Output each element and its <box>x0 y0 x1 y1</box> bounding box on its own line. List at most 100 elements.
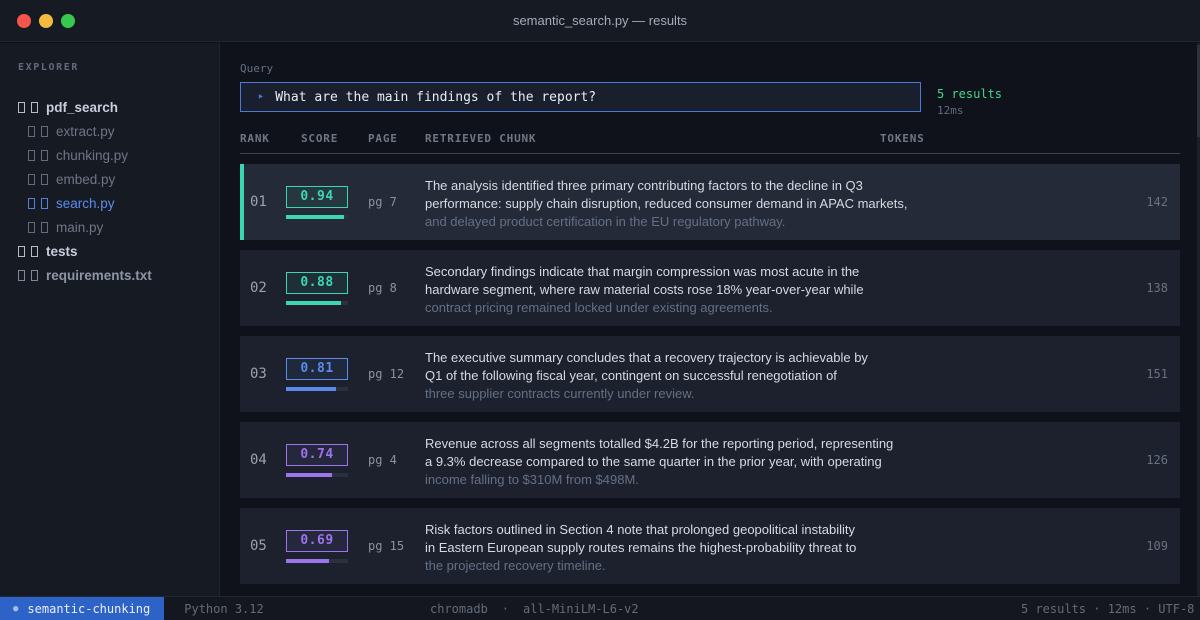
result-chunk-text: The executive summary concludes that a r… <box>425 336 880 412</box>
result-score-cell: 0.69 <box>286 508 368 584</box>
results-panel: Query ‣ What are the main findings of th… <box>221 43 1200 596</box>
result-score-cell: 0.81 <box>286 336 368 412</box>
score-bar-fill <box>286 386 337 391</box>
chunk-line: Q1 of the following fiscal year, conting… <box>425 368 837 383</box>
sidebar-item-label: pdf_search <box>46 99 119 115</box>
chunk-line: the projected recovery timeline. <box>425 558 606 573</box>
branch-dot-icon: ● <box>13 603 19 614</box>
result-chunk-text: The analysis identified three primary co… <box>425 164 908 240</box>
sidebar-item-label: search.py <box>56 195 115 211</box>
sidebar-item-label: chunking.py <box>56 147 129 163</box>
file-icon <box>41 197 48 209</box>
score-bar-fill <box>286 300 341 305</box>
maximize-button[interactable] <box>61 14 75 28</box>
status-center: chromadb · all-MiniLM-L6-v2 <box>430 602 639 616</box>
result-page: pg 8 <box>368 281 397 295</box>
result-rank: 01 <box>250 194 267 210</box>
sidebar-item-pdf-search[interactable]: pdf_search <box>18 95 219 119</box>
score-badge: 0.81 <box>286 357 348 380</box>
file-active-icon <box>28 125 35 137</box>
file-icon <box>31 245 38 257</box>
sidebar-item-requirements-txt[interactable]: requirements.txt <box>18 263 219 287</box>
column-header-page: PAGE <box>368 132 398 145</box>
query-latency: 12ms <box>937 104 964 117</box>
result-row[interactable]: 04 0.74 pg 4 Revenue across all segments… <box>240 422 1180 498</box>
sidebar-item-label: requirements.txt <box>46 267 152 283</box>
result-tokens: 142 <box>1146 195 1168 209</box>
file-active-icon <box>28 197 35 209</box>
result-chunk-text: Risk factors outlined in Section 4 note … <box>425 508 880 584</box>
result-row[interactable]: 03 0.81 pg 12 The executive summary conc… <box>240 336 1180 412</box>
chunk-line: performance: supply chain disruption, re… <box>425 196 908 211</box>
column-header-retrieved-chunk: RETRIEVED CHUNK <box>425 132 537 145</box>
query-text: What are the main findings of the report… <box>275 89 597 105</box>
file-active-icon <box>28 221 35 233</box>
result-rank: 05 <box>250 538 267 554</box>
close-button[interactable] <box>17 14 31 28</box>
sidebar-item-label: main.py <box>56 219 104 235</box>
sidebar-item-search-py[interactable]: search.py <box>18 191 219 215</box>
chunk-line: in Eastern European supply routes remain… <box>425 540 857 555</box>
query-meta: 5 results 12ms <box>937 82 1002 117</box>
chunk-line: contract pricing remained locked under e… <box>425 300 773 315</box>
result-page: pg 15 <box>368 539 405 553</box>
column-header-rank: RANK <box>240 132 270 145</box>
vector-db-name: chromadb <box>430 601 488 616</box>
sidebar-item-extract-py[interactable]: extract.py <box>18 119 219 143</box>
explorer-header: EXPLORER <box>18 62 79 73</box>
chunk-line: three supplier contracts currently under… <box>425 386 695 401</box>
prompt-arrow-icon: ‣ <box>257 90 265 104</box>
score-badge: 0.94 <box>286 185 348 208</box>
sidebar-item-chunking-py[interactable]: chunking.py <box>18 143 219 167</box>
status-bar: ● semantic-chunking Python 3.12 chromadb… <box>0 596 1200 620</box>
query-label: Query <box>240 62 274 75</box>
file-active-icon <box>28 173 35 185</box>
chunk-line: and delayed product certification in the… <box>425 214 786 229</box>
file-active-icon <box>18 245 25 257</box>
score-bar-fill <box>286 214 345 219</box>
result-row[interactable]: 02 0.88 pg 8 Secondary findings indicate… <box>240 250 1180 326</box>
chunk-line: Secondary findings indicate that margin … <box>425 264 860 279</box>
sidebar-item-tests[interactable]: tests <box>18 239 219 263</box>
file-active-icon <box>28 149 35 161</box>
score-badge: 0.74 <box>286 443 348 466</box>
chunk-line: The analysis identified three primary co… <box>425 178 863 193</box>
sidebar-item-embed-py[interactable]: embed.py <box>18 167 219 191</box>
sidebar: EXPLORER pdf_search extract.py chunking.… <box>0 43 220 596</box>
score-badge: 0.88 <box>286 271 348 294</box>
title-bar: semantic_search.py — results <box>0 0 1200 42</box>
minimize-button[interactable] <box>39 14 53 28</box>
score-bar <box>286 472 348 477</box>
file-icon <box>41 173 48 185</box>
branch-badge[interactable]: ● semantic-chunking <box>0 597 165 620</box>
sidebar-item-label: embed.py <box>56 171 116 187</box>
python-version: Python 3.12 <box>184 601 264 616</box>
results-list: 01 0.94 pg 7 The analysis identified thr… <box>240 164 1180 584</box>
result-row[interactable]: 01 0.94 pg 7 The analysis identified thr… <box>240 164 1180 240</box>
chunk-line: a 9.3% decrease compared to the same qua… <box>425 454 882 469</box>
results-count: 5 results <box>937 87 1003 101</box>
result-score-cell: 0.88 <box>286 250 368 326</box>
chunk-line: hardware segment, where raw material cos… <box>425 282 864 297</box>
result-rank: 04 <box>250 452 267 468</box>
result-rank: 02 <box>250 280 267 296</box>
window-title: semantic_search.py — results <box>512 13 688 28</box>
file-icon <box>31 101 38 113</box>
sidebar-item-label: extract.py <box>56 123 115 139</box>
result-page: pg 4 <box>368 453 397 467</box>
table-header-row: RANK SCORE PAGE RETRIEVED CHUNK TOKENS <box>240 132 1180 154</box>
sidebar-item-main-py[interactable]: main.py <box>18 215 219 239</box>
file-active-icon <box>18 269 25 281</box>
sidebar-item-label: tests <box>46 243 78 259</box>
separator-dot: · <box>501 601 510 616</box>
result-tokens: 138 <box>1146 281 1168 295</box>
query-input[interactable]: ‣ What are the main findings of the repo… <box>240 82 921 112</box>
chunk-line: Revenue across all segments totalled $4.… <box>425 436 894 451</box>
score-bar-fill <box>286 558 329 563</box>
score-bar <box>286 558 348 563</box>
result-row[interactable]: 05 0.69 pg 15 Risk factors outlined in S… <box>240 508 1180 584</box>
query-row: ‣ What are the main findings of the repo… <box>240 82 1200 117</box>
result-page: pg 12 <box>368 367 405 381</box>
chunk-line: The executive summary concludes that a r… <box>425 350 868 365</box>
file-active-icon <box>18 101 25 113</box>
